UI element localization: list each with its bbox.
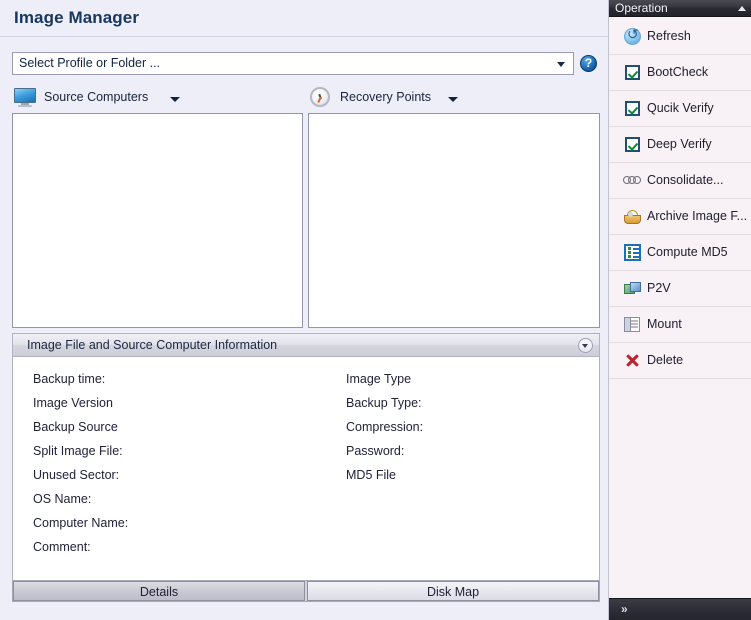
operation-item-compute-md5[interactable]: Compute MD5 <box>609 235 751 271</box>
operation-item-archive-image-f[interactable]: Archive Image F... <box>609 199 751 235</box>
detail-field-label: Unused Sector: <box>33 468 120 482</box>
operation-sidebar: Operation Refresh BootCheck Qucik Verify De… <box>608 0 751 620</box>
source-computers-label: Source Computers <box>44 90 149 104</box>
operation-item-delete[interactable]: Delete <box>609 343 751 379</box>
operation-item-label: P2V <box>647 281 671 295</box>
operation-sidebar-title: Operation <box>615 1 668 15</box>
tab-details[interactable]: Details <box>13 581 305 601</box>
details-panel: Backup time: Image Version Backup Source Sp… <box>12 357 600 580</box>
delete-x-icon <box>623 351 642 370</box>
detail-field-label: Image Type <box>346 372 412 386</box>
source-computers-header[interactable]: Source Computers <box>12 86 302 110</box>
detail-field-label: OS Name: <box>33 492 92 506</box>
detail-field-label: Image Version <box>33 396 113 410</box>
operation-item-label: BootCheck <box>647 65 709 79</box>
chevron-down-icon[interactable] <box>578 338 593 353</box>
operation-item-consolidate[interactable]: Consolidate... <box>609 163 751 199</box>
detail-field-label: Backup Source <box>33 420 118 434</box>
checkbox-icon[interactable] <box>623 63 642 82</box>
checkbox-icon[interactable] <box>623 135 642 154</box>
info-section-title: Image File and Source Computer Informati… <box>27 338 278 352</box>
operation-item-label: Consolidate... <box>647 173 724 187</box>
refresh-icon <box>623 26 642 46</box>
operation-item-label: Qucik Verify <box>647 101 714 115</box>
page-title: Image Manager <box>14 8 140 27</box>
image-manager-window: Image Manager Select Profile or Folder .… <box>0 0 751 620</box>
operation-item-p2v[interactable]: P2V <box>609 271 751 307</box>
operation-sidebar-header[interactable]: Operation <box>609 0 751 17</box>
title-bar: Image Manager <box>0 0 608 37</box>
chevron-down-icon[interactable] <box>170 97 180 102</box>
monitor-icon <box>14 88 36 107</box>
detail-field-label: Comment: <box>33 540 91 554</box>
expand-chevrons-icon[interactable]: » <box>621 603 628 616</box>
info-section-header[interactable]: Image File and Source Computer Informati… <box>12 333 600 357</box>
profile-select[interactable]: Select Profile or Folder ... <box>12 52 574 75</box>
help-icon[interactable]: ? <box>580 55 597 72</box>
detail-field-label: Compression: <box>346 420 424 434</box>
operation-item-label: Mount <box>647 317 682 331</box>
chevron-down-icon <box>557 62 565 67</box>
operation-item-label: Delete <box>647 353 684 367</box>
checkbox-icon[interactable] <box>623 99 642 118</box>
operation-item-label: Archive Image F... <box>647 209 748 223</box>
p2v-icon <box>623 279 642 298</box>
md5-list-icon <box>623 243 642 262</box>
operation-item-label: Refresh <box>647 29 691 43</box>
tab-strip: Details Disk Map <box>12 580 600 602</box>
clock-icon <box>310 87 330 107</box>
profile-select-value: Select Profile or Folder ... <box>19 56 161 70</box>
operation-item-qucik-verify[interactable]: Qucik Verify <box>609 91 751 127</box>
chevron-up-icon[interactable] <box>738 6 746 11</box>
basket-icon <box>623 207 642 226</box>
detail-field-label: Backup time: <box>33 372 106 386</box>
detail-field-label: Computer Name: <box>33 516 129 530</box>
operation-item-mount[interactable]: Mount <box>609 307 751 343</box>
operation-item-bootcheck[interactable]: BootCheck <box>609 55 751 91</box>
operation-item-deep-verify[interactable]: Deep Verify <box>609 127 751 163</box>
recovery-points-label: Recovery Points <box>340 90 432 104</box>
chevron-down-icon[interactable] <box>448 97 458 102</box>
mount-icon <box>623 315 642 334</box>
profile-row: Select Profile or Folder ... <box>0 44 608 75</box>
detail-field-label: Split Image File: <box>33 444 123 458</box>
operation-item-refresh[interactable]: Refresh <box>609 19 751 55</box>
recovery-points-list[interactable] <box>308 113 600 328</box>
detail-field-label: MD5 File <box>346 468 397 482</box>
operation-item-label: Deep Verify <box>647 137 712 151</box>
operation-item-label: Compute MD5 <box>647 245 728 259</box>
detail-field-label: Backup Type: <box>346 396 422 410</box>
recovery-points-header[interactable]: Recovery Points <box>308 86 600 110</box>
sidebar-footer: » <box>609 598 751 620</box>
tab-disk-map[interactable]: Disk Map <box>307 581 599 601</box>
detail-field-label: Password: <box>346 444 405 458</box>
chain-icon <box>623 171 642 190</box>
main-panel: Image Manager Select Profile or Folder .… <box>0 0 608 620</box>
source-computers-list[interactable] <box>12 113 303 328</box>
